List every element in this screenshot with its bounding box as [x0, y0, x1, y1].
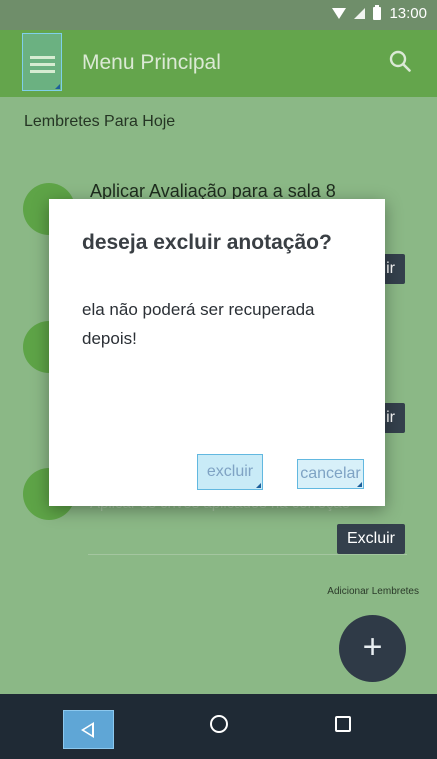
back-icon[interactable] [63, 710, 114, 749]
screen: 13:00 Menu Principal Lembretes Para Hoje… [0, 0, 437, 759]
home-icon[interactable] [210, 715, 228, 733]
wifi-icon [332, 8, 347, 19]
status-icons: 13:00 [332, 5, 427, 22]
signal-icon [354, 8, 366, 19]
battery-icon [373, 5, 382, 20]
dialog-message: ela não poderá ser recuperada depois! [82, 300, 315, 348]
cancel-label: cancelar [300, 465, 361, 482]
dialog-title: deseja excluir anotação? [82, 231, 332, 254]
confirm-delete-button[interactable]: excluir [197, 454, 263, 490]
cancel-button[interactable]: cancelar [297, 459, 364, 489]
delete-confirm-dialog: deseja excluir anotação? ela não poderá … [49, 199, 385, 506]
status-bar: 13:00 [0, 0, 437, 30]
confirm-delete-label: excluir [206, 463, 254, 480]
recent-apps-icon[interactable] [335, 716, 351, 732]
system-nav-bar [0, 694, 437, 759]
status-time: 13:00 [389, 5, 427, 22]
